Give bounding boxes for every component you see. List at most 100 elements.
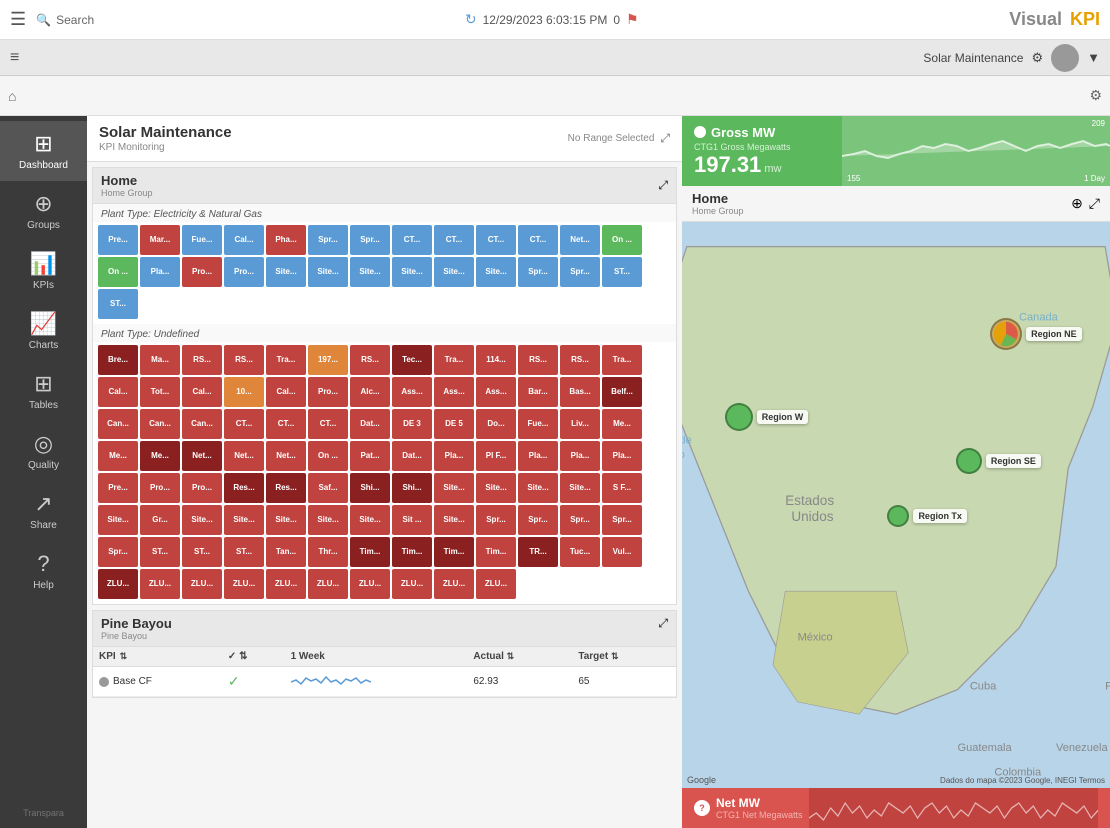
refresh-icon[interactable]: ↻ bbox=[465, 11, 477, 28]
tile-item[interactable]: S F... bbox=[602, 473, 642, 503]
tile-item[interactable]: Bre... bbox=[98, 345, 138, 375]
tile-item[interactable]: Site... bbox=[476, 473, 516, 503]
tile-item[interactable]: Site... bbox=[476, 257, 516, 287]
tile-item[interactable]: Dat... bbox=[350, 409, 390, 439]
tile-item[interactable]: Tec... bbox=[392, 345, 432, 375]
tile-item[interactable]: ZLU... bbox=[98, 569, 138, 599]
tile-item[interactable]: 114... bbox=[476, 345, 516, 375]
tile-item[interactable]: CT... bbox=[476, 225, 516, 255]
tile-item[interactable]: RS... bbox=[224, 345, 264, 375]
tile-item[interactable]: ZLU... bbox=[392, 569, 432, 599]
tile-item[interactable]: On ... bbox=[602, 225, 642, 255]
tile-item[interactable]: Pro... bbox=[182, 257, 222, 287]
tile-item[interactable]: Ass... bbox=[434, 377, 474, 407]
tile-item[interactable]: Site... bbox=[182, 505, 222, 535]
settings-icon[interactable]: ⚙ bbox=[1089, 87, 1102, 104]
tile-item[interactable]: Thr... bbox=[308, 537, 348, 567]
list-icon[interactable]: ≡ bbox=[10, 49, 19, 67]
tile-item[interactable]: DE 3 bbox=[392, 409, 432, 439]
tile-item[interactable]: Tim... bbox=[476, 537, 516, 567]
tile-item[interactable]: RS... bbox=[350, 345, 390, 375]
tile-item[interactable]: Ass... bbox=[476, 377, 516, 407]
tile-item[interactable]: Spr... bbox=[98, 537, 138, 567]
tile-item[interactable]: Fue... bbox=[182, 225, 222, 255]
tile-item[interactable]: Dat... bbox=[392, 441, 432, 471]
map-layers-icon[interactable]: ⊕ bbox=[1071, 195, 1083, 212]
tile-item[interactable]: ST... bbox=[98, 289, 138, 319]
tile-item[interactable]: Pro... bbox=[224, 257, 264, 287]
tile-item[interactable]: Ass... bbox=[392, 377, 432, 407]
tile-item[interactable]: Spr... bbox=[518, 505, 558, 535]
tile-item[interactable]: Site... bbox=[266, 505, 306, 535]
tile-item[interactable]: Sit ... bbox=[392, 505, 432, 535]
tile-item[interactable]: Cal... bbox=[224, 225, 264, 255]
tile-item[interactable]: Alc... bbox=[350, 377, 390, 407]
tile-item[interactable]: Pre... bbox=[98, 225, 138, 255]
tile-item[interactable]: Site... bbox=[560, 473, 600, 503]
tile-item[interactable]: Pla... bbox=[434, 441, 474, 471]
actual-sort-icon[interactable]: ⇅ bbox=[507, 651, 515, 661]
tile-item[interactable]: Tuc... bbox=[560, 537, 600, 567]
tile-item[interactable]: Tim... bbox=[392, 537, 432, 567]
expand-icon[interactable]: ⤢ bbox=[660, 131, 670, 146]
tile-item[interactable]: Saf... bbox=[308, 473, 348, 503]
tile-item[interactable]: Site... bbox=[518, 473, 558, 503]
tile-item[interactable]: Site... bbox=[392, 257, 432, 287]
tile-item[interactable]: Net... bbox=[266, 441, 306, 471]
sidebar-item-help[interactable]: ? Help bbox=[0, 541, 87, 601]
tile-item[interactable]: Ma... bbox=[140, 345, 180, 375]
tile-item[interactable]: Mar... bbox=[140, 225, 180, 255]
tile-item[interactable]: CT... bbox=[518, 225, 558, 255]
sidebar-item-groups[interactable]: ⊕ Groups bbox=[0, 181, 87, 241]
tile-item[interactable]: Spr... bbox=[560, 257, 600, 287]
tile-item[interactable]: ZLU... bbox=[434, 569, 474, 599]
tile-item[interactable]: CT... bbox=[308, 409, 348, 439]
tile-item[interactable]: Can... bbox=[98, 409, 138, 439]
tile-item[interactable]: Site... bbox=[224, 505, 264, 535]
tile-item[interactable]: Gr... bbox=[140, 505, 180, 535]
tile-item[interactable]: ST... bbox=[140, 537, 180, 567]
tile-item[interactable]: CT... bbox=[224, 409, 264, 439]
tile-item[interactable]: Tim... bbox=[434, 537, 474, 567]
tile-item[interactable]: DE 5 bbox=[434, 409, 474, 439]
tile-item[interactable]: Cal... bbox=[98, 377, 138, 407]
tile-item[interactable]: Tra... bbox=[602, 345, 642, 375]
map-expand-icon[interactable]: ⤢ bbox=[1089, 195, 1100, 212]
tile-item[interactable]: Site... bbox=[350, 257, 390, 287]
pine-expand[interactable]: ⤢ bbox=[658, 616, 668, 641]
tile-item[interactable]: Cal... bbox=[182, 377, 222, 407]
tile-item[interactable]: Pla... bbox=[140, 257, 180, 287]
tile-item[interactable]: Res... bbox=[266, 473, 306, 503]
home-group-expand[interactable]: ⤢ bbox=[658, 178, 668, 193]
tile-item[interactable]: Res... bbox=[224, 473, 264, 503]
search-area[interactable]: 🔍 Search bbox=[36, 13, 94, 27]
sidebar-item-charts[interactable]: 📈 Charts bbox=[0, 301, 87, 361]
tile-item[interactable]: 197... bbox=[308, 345, 348, 375]
tile-item[interactable]: Belf... bbox=[602, 377, 642, 407]
tile-item[interactable]: Site... bbox=[434, 473, 474, 503]
kpi-sort-icon[interactable]: ⇅ bbox=[120, 651, 128, 662]
tile-item[interactable]: ST... bbox=[224, 537, 264, 567]
tile-item[interactable]: Net... bbox=[182, 441, 222, 471]
target-sort-icon[interactable]: ⇅ bbox=[611, 651, 619, 661]
tile-item[interactable]: CT... bbox=[434, 225, 474, 255]
tile-item[interactable]: CT... bbox=[266, 409, 306, 439]
tile-item[interactable]: Shi... bbox=[392, 473, 432, 503]
tile-item[interactable]: Bar... bbox=[518, 377, 558, 407]
tile-item[interactable]: Site... bbox=[266, 257, 306, 287]
tile-item[interactable]: Pro... bbox=[308, 377, 348, 407]
alert-icon[interactable]: ⚑ bbox=[626, 11, 639, 28]
sidebar-item-quality[interactable]: ◎ Quality bbox=[0, 421, 87, 481]
tile-item[interactable]: Pre... bbox=[98, 473, 138, 503]
tile-item[interactable]: Pha... bbox=[266, 225, 306, 255]
tile-item[interactable]: Bas... bbox=[560, 377, 600, 407]
tile-item[interactable]: Pla... bbox=[560, 441, 600, 471]
tile-item[interactable]: ZLU... bbox=[182, 569, 222, 599]
tile-item[interactable]: CT... bbox=[392, 225, 432, 255]
tile-item[interactable]: Pla... bbox=[518, 441, 558, 471]
tile-item[interactable]: Pat... bbox=[350, 441, 390, 471]
tile-item[interactable]: Site... bbox=[350, 505, 390, 535]
user-menu-icon[interactable]: ▼ bbox=[1087, 50, 1100, 65]
tile-item[interactable]: Can... bbox=[140, 409, 180, 439]
tile-item[interactable]: On ... bbox=[98, 257, 138, 287]
